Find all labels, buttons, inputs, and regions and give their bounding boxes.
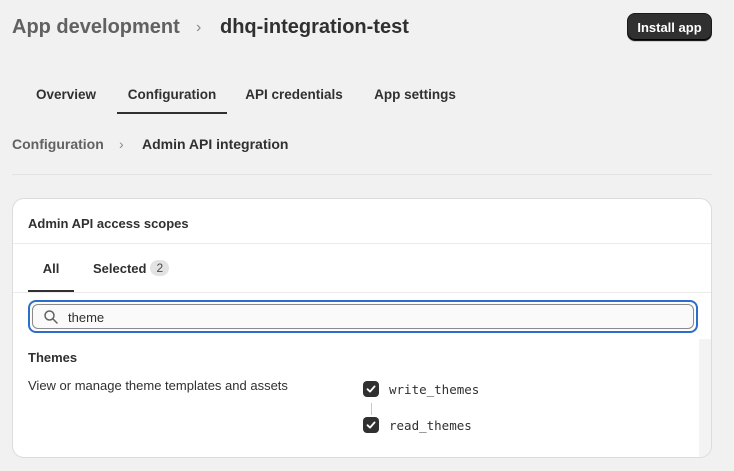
scope-search[interactable] xyxy=(28,300,698,333)
scope-connector xyxy=(371,403,372,415)
scope-tab-selected[interactable]: Selected 2 xyxy=(93,244,170,292)
tab-api-credentials[interactable]: API credentials xyxy=(236,74,352,114)
read-themes-checkbox[interactable] xyxy=(363,417,379,433)
scope-tab-selected-label: Selected xyxy=(93,260,147,276)
tab-configuration-label: Configuration xyxy=(127,86,217,102)
main-tabs: Overview Configuration API credentials A… xyxy=(0,74,734,114)
tab-overview[interactable]: Overview xyxy=(24,74,108,114)
scrollbar[interactable] xyxy=(699,339,711,457)
scope-group-description: View or manage theme templates and asset… xyxy=(28,378,288,393)
scope-name: read_themes xyxy=(389,417,472,433)
scope-tab-all-label: All xyxy=(42,260,60,276)
scope-name: write_themes xyxy=(389,381,480,397)
subcrumb-separator-icon: › xyxy=(119,136,124,152)
subcrumb-current: Admin API integration xyxy=(142,136,289,152)
tab-app-settings[interactable]: App settings xyxy=(363,74,467,114)
page-header: App development › dhq-integration-test I… xyxy=(12,13,712,44)
checkmark-icon xyxy=(366,385,376,393)
tab-configuration[interactable]: Configuration xyxy=(117,74,227,114)
scope-write-themes: write_themes xyxy=(363,379,479,399)
scope-group-title: Themes xyxy=(28,350,78,365)
sub-breadcrumb: Configuration › Admin API integration xyxy=(12,136,712,156)
write-themes-checkbox[interactable] xyxy=(363,381,379,397)
subcrumb-configuration-link[interactable]: Configuration xyxy=(12,136,104,152)
access-scopes-card: Admin API access scopes All Selected 2 T… xyxy=(12,198,712,458)
section-divider xyxy=(12,174,712,175)
breadcrumb-app-development[interactable]: App development xyxy=(12,16,180,39)
card-title: Admin API access scopes xyxy=(28,216,189,231)
card-tabs-divider xyxy=(13,292,711,293)
selected-count-badge: 2 xyxy=(150,260,170,276)
checkmark-icon xyxy=(366,421,376,429)
breadcrumb-separator-icon: › xyxy=(196,19,202,36)
tab-api-credentials-label: API credentials xyxy=(245,86,343,102)
tab-app-settings-label: App settings xyxy=(374,86,456,102)
search-icon xyxy=(44,310,58,324)
scope-tab-all[interactable]: All xyxy=(28,244,74,292)
page-title: dhq-integration-test xyxy=(220,16,409,38)
install-app-button[interactable]: Install app xyxy=(627,13,712,41)
search-input[interactable] xyxy=(68,307,668,327)
scope-read-themes: read_themes xyxy=(363,415,472,435)
tab-overview-label: Overview xyxy=(35,86,97,102)
